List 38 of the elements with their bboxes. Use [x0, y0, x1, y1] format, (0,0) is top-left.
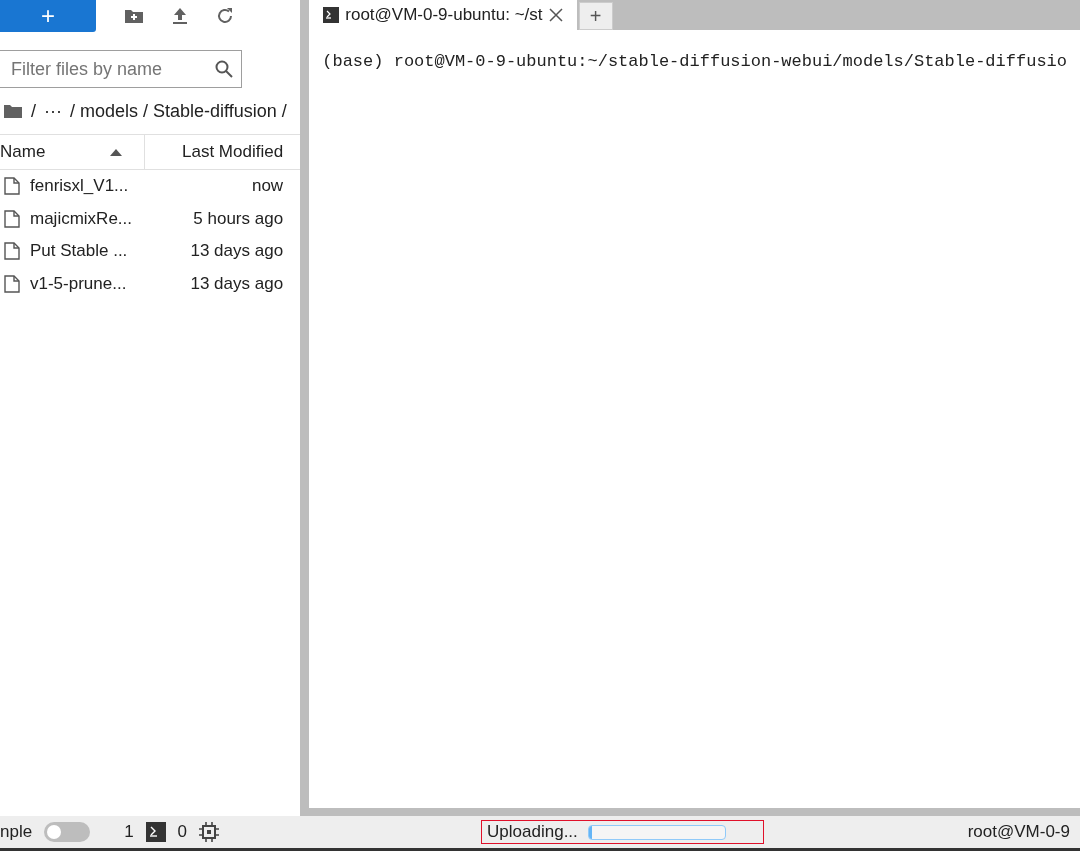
mode-label: nple	[0, 822, 33, 842]
file-name[interactable]: Put Stable ...	[30, 241, 191, 262]
terminal-icon	[323, 7, 340, 23]
breadcrumb[interactable]: /	[31, 100, 36, 122]
terminal-icon	[145, 822, 166, 842]
new-folder-icon[interactable]	[124, 8, 144, 24]
close-icon[interactable]	[548, 8, 563, 22]
file-icon	[4, 274, 20, 293]
terminal-count: 0	[177, 822, 188, 842]
modified-time: 13 days ago	[190, 273, 284, 294]
breadcrumb[interactable]: ···	[44, 100, 62, 122]
upload-icon[interactable]	[172, 7, 188, 25]
chip-icon	[199, 822, 220, 842]
simple-mode-toggle[interactable]	[44, 822, 91, 842]
modified-time: 13 days ago	[190, 241, 284, 262]
breadcrumb[interactable]: / models / Stable-diffusion /	[70, 100, 287, 122]
file-name[interactable]: v1-5-prune...	[30, 273, 191, 294]
modified-time: 5 hours ago	[193, 208, 284, 229]
terminal-panel[interactable]: (base) root@VM-0-9-ubuntu:~/stable-diffusion-webui/models/Stable-diffusio	[309, 30, 1080, 808]
file-icon	[4, 177, 20, 196]
filter-field[interactable]: Filter files by name	[0, 50, 242, 88]
refresh-icon[interactable]	[216, 7, 234, 25]
new-tab-button[interactable]: +	[578, 2, 613, 30]
modified-time: now	[251, 176, 284, 197]
kernel-count: 1	[124, 822, 134, 842]
terminal-line: (base) root@VM-0-9-ubuntu:~/stable-diffusion-webui/models/Stable-diffusio	[322, 52, 1067, 71]
search-icon	[215, 60, 233, 78]
file-name[interactable]: majicmixRe...	[30, 208, 194, 229]
file-icon	[4, 209, 20, 228]
column-header[interactable]: Name	[0, 135, 145, 169]
folder-icon[interactable]	[3, 103, 23, 119]
column-header[interactable]: Last Modified	[145, 135, 301, 169]
host-label: root@VM-0-9	[967, 822, 1070, 842]
terminal-tab[interactable]: root@VM-0-9-ubuntu: ~/st	[309, 0, 577, 30]
upload-label: Uploading...	[487, 822, 578, 842]
file-icon	[4, 242, 20, 261]
file-name[interactable]: fenrisxl_V1...	[30, 176, 252, 197]
new-launcher-button[interactable]: +	[0, 0, 96, 32]
